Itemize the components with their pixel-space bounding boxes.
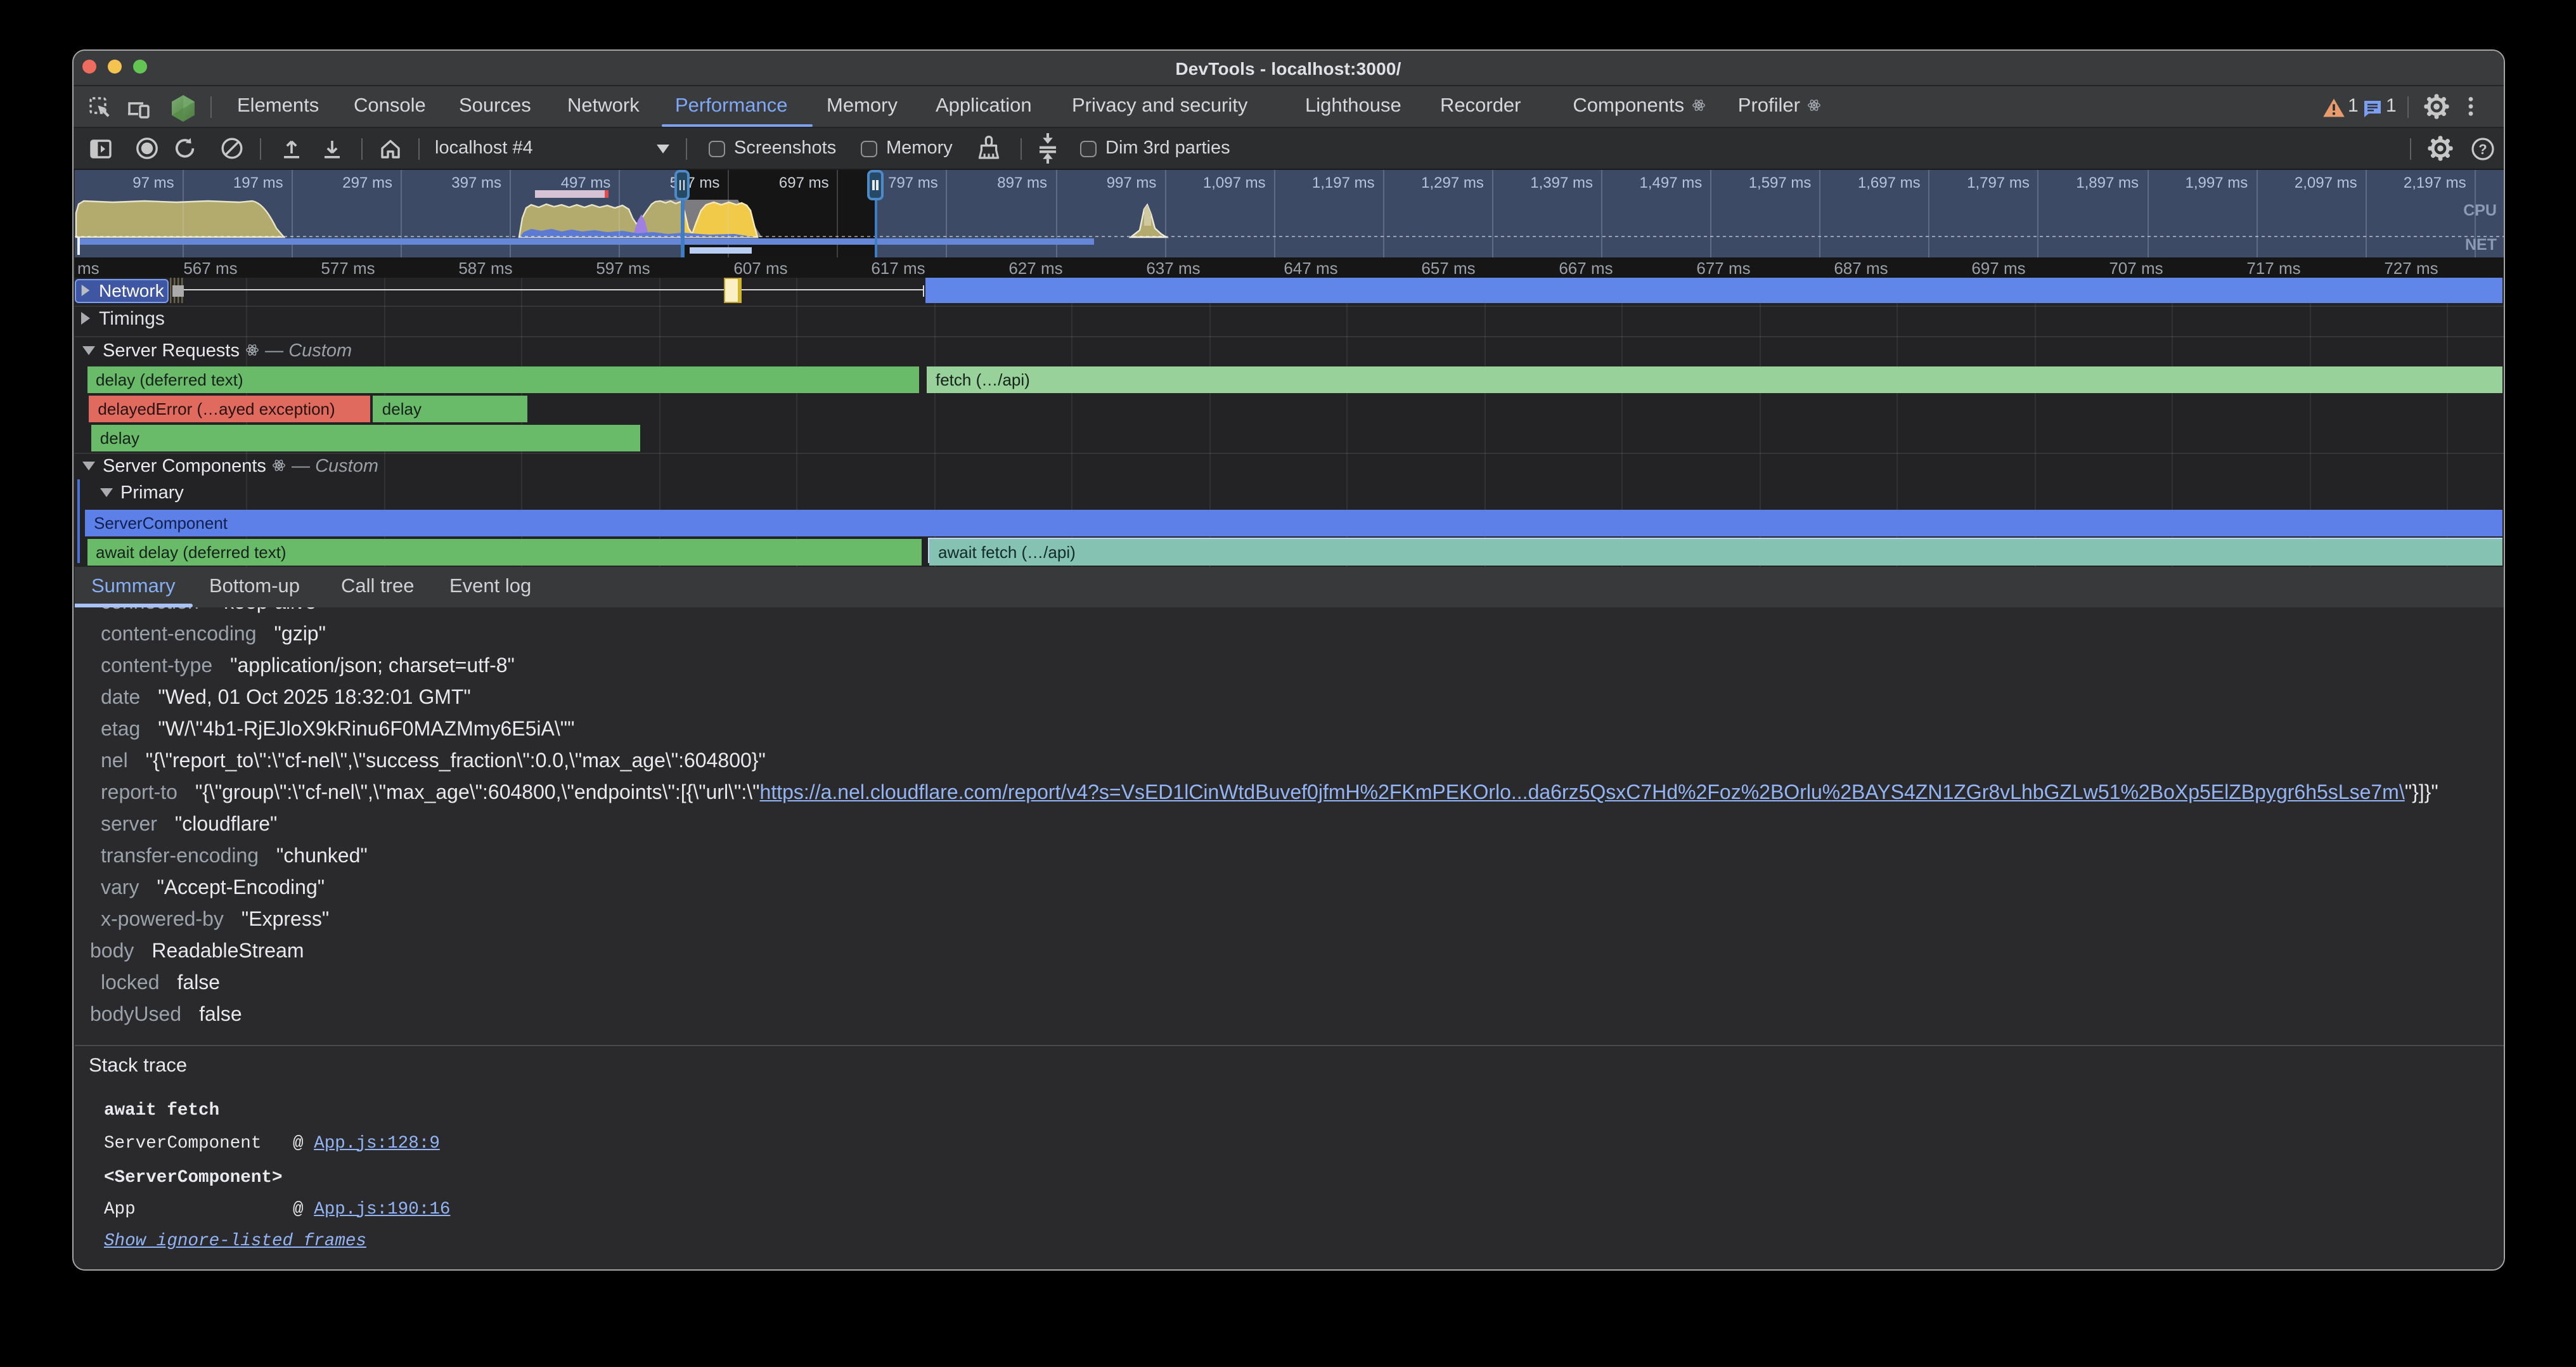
svg-text:?: ? [2478,141,2487,157]
